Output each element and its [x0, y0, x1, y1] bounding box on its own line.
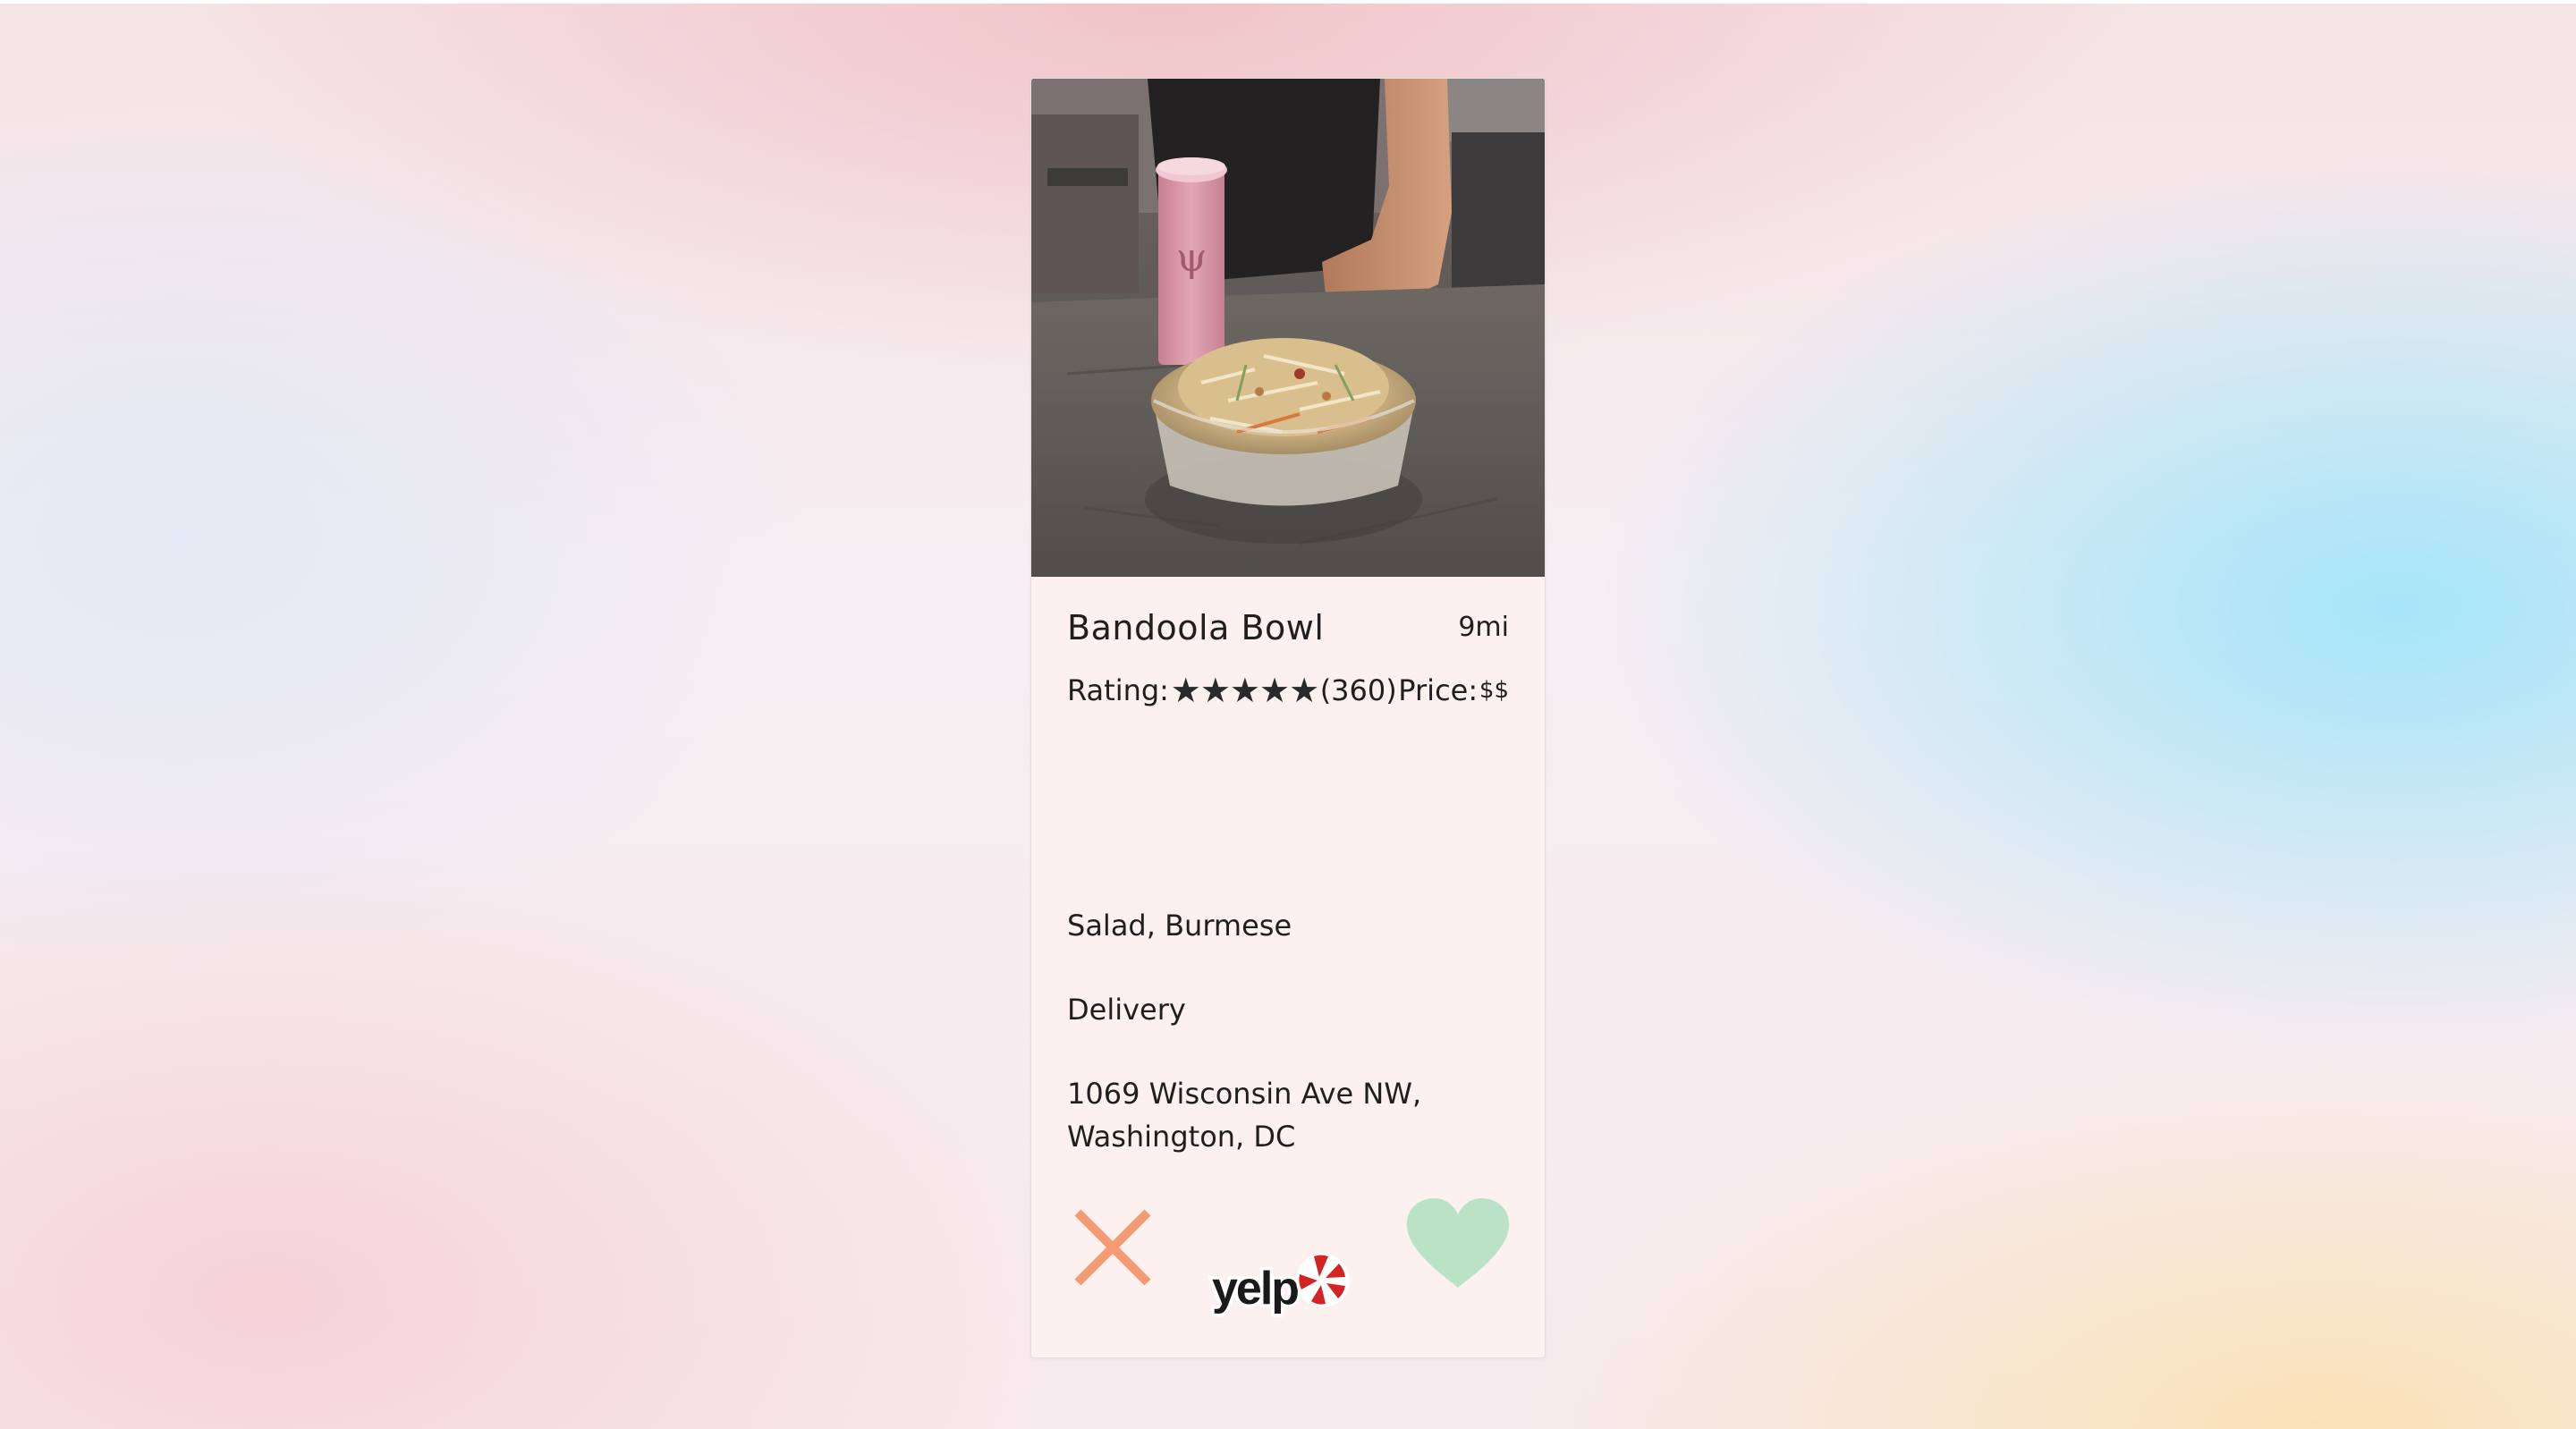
star-icon: ★: [1199, 671, 1231, 710]
x-icon: [1074, 1209, 1151, 1286]
categories-text: Salad, Burmese: [1067, 909, 1292, 943]
like-button[interactable]: [1405, 1198, 1511, 1291]
svg-text:ψ: ψ: [1176, 235, 1208, 281]
svg-text:yelp: yelp: [1212, 1263, 1298, 1315]
price-label: Price:: [1398, 673, 1479, 707]
rating-row: Rating: ★ ★ ★ ★ ★ (360) Price: $$: [1067, 673, 1509, 707]
transactions-text: Delivery: [1067, 993, 1186, 1027]
price-value: $$: [1479, 677, 1510, 704]
address-block: 1069 Wisconsin Ave NW, Washington, DC: [1067, 1072, 1421, 1158]
star-rating: ★ ★ ★ ★ ★: [1170, 671, 1320, 710]
star-icon: ★: [1229, 671, 1260, 710]
address-line-2: Washington, DC: [1067, 1120, 1296, 1154]
yelp-logo-link[interactable]: yelp: [1208, 1247, 1355, 1322]
star-icon: ★: [1170, 671, 1201, 710]
review-count: (360): [1319, 673, 1397, 707]
distance-label: 9mi: [1458, 612, 1509, 643]
pass-button[interactable]: [1072, 1207, 1153, 1288]
star-icon: ★: [1258, 671, 1291, 710]
restaurant-card[interactable]: ψ Bandoola Bowl 9mi Rating: ★ ★ ★ ★ ★ (3…: [1030, 78, 1546, 1358]
star-icon: ★: [1289, 671, 1320, 710]
restaurant-name: Bandoola Bowl: [1067, 608, 1325, 647]
yelp-logo: yelp: [1209, 1254, 1350, 1318]
restaurant-photo: ψ: [1031, 79, 1545, 577]
heart-icon: [1406, 1198, 1510, 1288]
rating-label: Rating:: [1067, 673, 1169, 707]
window-top-edge: [0, 0, 2576, 4]
address-line-1: 1069 Wisconsin Ave NW,: [1067, 1077, 1422, 1111]
